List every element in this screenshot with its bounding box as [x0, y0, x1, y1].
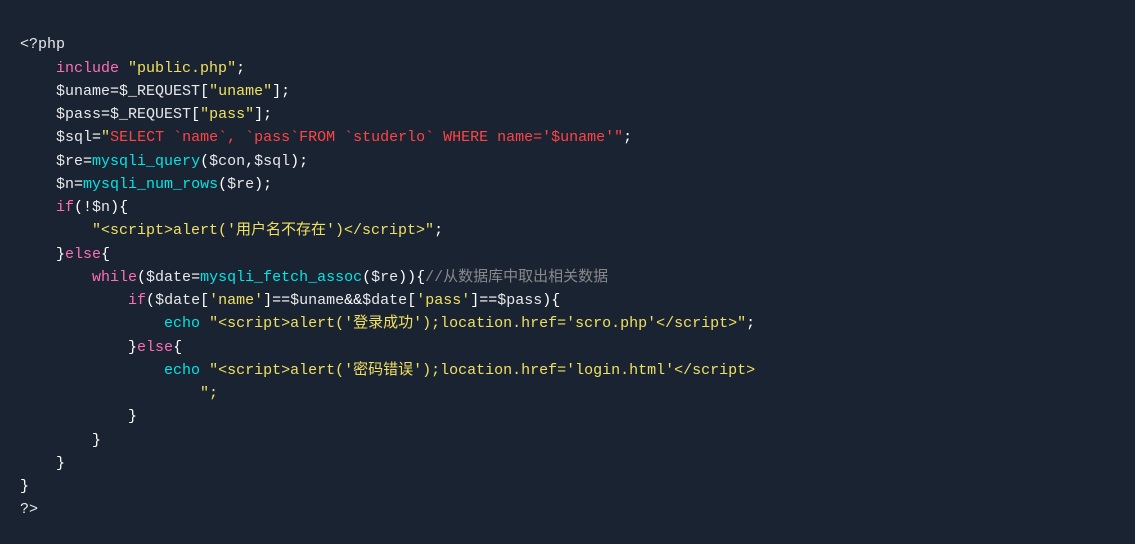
php-open-tag: <?php — [20, 36, 65, 53]
line-while: while($date=mysqli_fetch_assoc($re)){//从… — [20, 269, 608, 286]
line-re: $re=mysqli_query($con,$sql); — [20, 153, 308, 170]
line-brace-else-close: } — [20, 455, 65, 472]
line-echo-success: echo "<script>alert('登录成功');location.hre… — [20, 315, 755, 332]
line-pass: $pass=$_REQUEST["pass"]; — [20, 106, 272, 123]
line-else-open: }else{ — [20, 246, 110, 263]
line-uname: $uname=$_REQUEST["uname"]; — [20, 83, 290, 100]
line-brace-inner-close: } — [20, 408, 137, 425]
line-if-date: if($date['name']==$uname&&$date['pass']=… — [20, 292, 560, 309]
php-close-tag: ?> — [20, 501, 38, 518]
line-if: if(!$n){ — [20, 199, 128, 216]
line-echo-error: echo "<script>alert('密码错误');location.hre… — [20, 362, 755, 379]
line-brace-while-close: } — [20, 432, 101, 449]
code-editor: <?php include "public.php"; $uname=$_REQ… — [0, 0, 1135, 542]
line-else-inner: }else{ — [20, 339, 182, 356]
line-include: include "public.php"; — [20, 60, 245, 77]
line-n: $n=mysqli_num_rows($re); — [20, 176, 272, 193]
line-str-cont: "; — [20, 385, 218, 402]
line-echo-notexist: "<script>alert('用户名不存在')</script>"; — [20, 222, 443, 239]
line-sql: $sql="SELECT `name`, `pass`FROM `studerl… — [20, 129, 632, 146]
line-brace-top-close: } — [20, 478, 29, 495]
